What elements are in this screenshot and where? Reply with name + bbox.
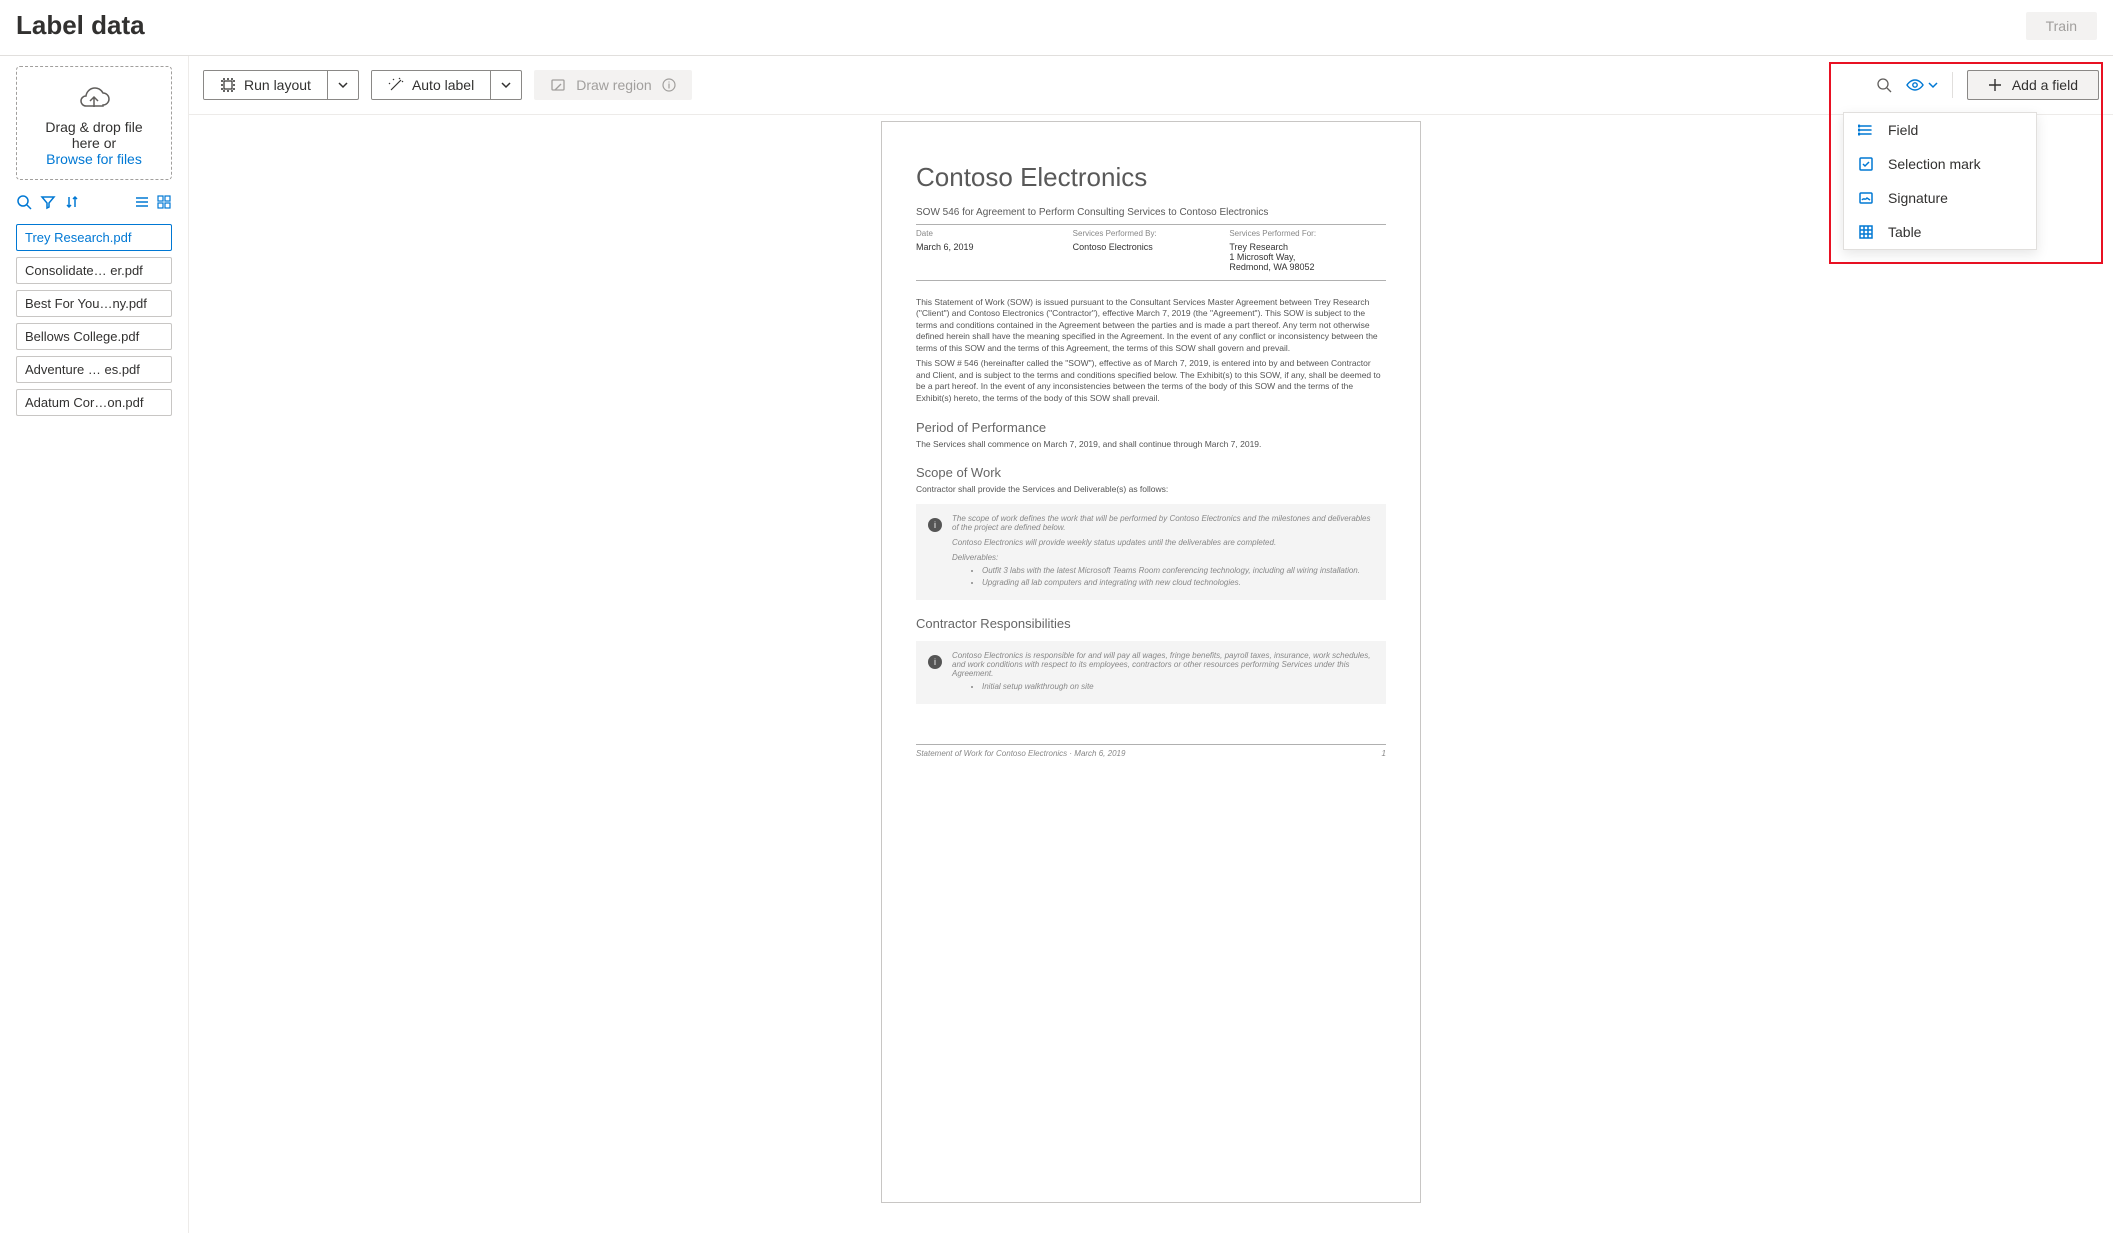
dropzone-text-2: here or bbox=[25, 135, 163, 151]
info-circle-icon: i bbox=[928, 655, 942, 669]
document-page: Contoso Electronics SOW 546 for Agreemen… bbox=[881, 121, 1421, 1203]
add-field-button[interactable]: Add a field bbox=[1967, 70, 2099, 100]
run-layout-chevron[interactable] bbox=[327, 71, 358, 99]
document-canvas[interactable]: Contoso Electronics SOW 546 for Agreemen… bbox=[189, 114, 2113, 1233]
browse-files-link[interactable]: Browse for files bbox=[25, 151, 163, 167]
menu-item-signature[interactable]: Signature bbox=[1844, 181, 2036, 215]
search-icon[interactable] bbox=[1876, 77, 1892, 93]
menu-item-field[interactable]: Field bbox=[1844, 113, 2036, 147]
grid-view-icon[interactable] bbox=[156, 194, 172, 210]
field-icon bbox=[1858, 122, 1874, 138]
sidebar: Drag & drop file here or Browse for file… bbox=[0, 56, 188, 1233]
visibility-toggle[interactable] bbox=[1906, 76, 1938, 94]
auto-label-button[interactable]: Auto label bbox=[371, 70, 522, 100]
doc-sow-line: SOW 546 for Agreement to Perform Consult… bbox=[916, 207, 1386, 225]
eye-icon bbox=[1906, 76, 1924, 94]
train-button[interactable]: Train bbox=[2026, 12, 2097, 40]
file-list: Trey Research.pdf Consolidate… er.pdf Be… bbox=[16, 224, 172, 416]
run-layout-label: Run layout bbox=[244, 77, 311, 93]
cloud-upload-icon bbox=[76, 85, 112, 119]
chevron-down-icon bbox=[1928, 80, 1938, 90]
file-item[interactable]: Adventure … es.pdf bbox=[16, 356, 172, 383]
divider bbox=[1952, 72, 1953, 98]
region-icon bbox=[550, 77, 566, 93]
signature-icon bbox=[1858, 190, 1874, 206]
toolbar: Run layout Auto label Draw region bbox=[189, 56, 2113, 114]
draw-region-label: Draw region bbox=[576, 77, 651, 93]
file-item[interactable]: Adatum Cor…on.pdf bbox=[16, 389, 172, 416]
sort-icon[interactable] bbox=[64, 194, 80, 210]
checkbox-icon bbox=[1858, 156, 1874, 172]
draw-region-button: Draw region bbox=[534, 70, 691, 100]
chevron-down-icon bbox=[338, 80, 348, 90]
search-icon[interactable] bbox=[16, 194, 32, 210]
doc-title: Contoso Electronics bbox=[916, 162, 1386, 193]
run-layout-button[interactable]: Run layout bbox=[203, 70, 359, 100]
info-circle-icon: i bbox=[928, 518, 942, 532]
page-header: Label data Train bbox=[0, 0, 2113, 56]
file-dropzone[interactable]: Drag & drop file here or Browse for file… bbox=[16, 66, 172, 180]
page-title: Label data bbox=[16, 10, 145, 41]
chevron-down-icon bbox=[501, 80, 511, 90]
add-field-label: Add a field bbox=[2012, 77, 2078, 93]
add-field-menu: Field Selection mark Signature Table bbox=[1843, 112, 2037, 250]
table-icon bbox=[1858, 224, 1874, 240]
auto-label-chevron[interactable] bbox=[490, 71, 521, 99]
sidebar-tools bbox=[16, 188, 172, 216]
plus-icon bbox=[1988, 78, 2002, 92]
file-item[interactable]: Bellows College.pdf bbox=[16, 323, 172, 350]
info-icon bbox=[662, 78, 676, 92]
filter-icon[interactable] bbox=[40, 194, 56, 210]
list-view-icon[interactable] bbox=[134, 194, 150, 210]
dropzone-text-1: Drag & drop file bbox=[25, 119, 163, 135]
file-item[interactable]: Trey Research.pdf bbox=[16, 224, 172, 251]
menu-item-table[interactable]: Table bbox=[1844, 215, 2036, 249]
file-item[interactable]: Consolidate… er.pdf bbox=[16, 257, 172, 284]
layout-icon bbox=[220, 77, 236, 93]
auto-label-label: Auto label bbox=[412, 77, 474, 93]
file-item[interactable]: Best For You…ny.pdf bbox=[16, 290, 172, 317]
wand-icon bbox=[388, 77, 404, 93]
menu-item-selection-mark[interactable]: Selection mark bbox=[1844, 147, 2036, 181]
